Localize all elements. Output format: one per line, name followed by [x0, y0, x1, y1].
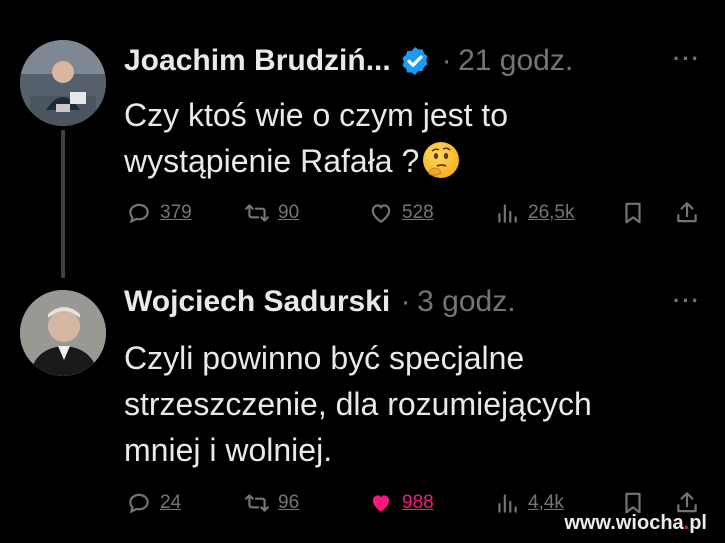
views-count: 26,5k: [528, 202, 575, 223]
avatar-photo: [20, 290, 106, 376]
tweet-2[interactable]: Wojciech Sadurski · 3 godz. ··· Czyli po…: [0, 280, 725, 543]
retweet-icon: [245, 204, 269, 222]
share-icon: [677, 202, 697, 223]
bookmark-icon: [625, 202, 641, 224]
heart-filled-icon: [372, 495, 390, 512]
avatar-photo: [20, 40, 106, 126]
more-options-icon[interactable]: ···: [673, 288, 701, 314]
watermark-suffix: pl: [689, 512, 707, 534]
tweet-header: Joachim Brudziń... · 21 godz.: [124, 44, 573, 80]
avatar[interactable]: [20, 290, 106, 376]
tweet-text-segment: wystąpienie Rafała ?: [124, 143, 420, 179]
views-chart-icon: [498, 204, 517, 223]
separator: ·: [400, 285, 411, 318]
like-button[interactable]: 528: [368, 200, 434, 226]
timestamp[interactable]: 21 godz.: [458, 44, 573, 77]
retweet-icon: [245, 494, 269, 512]
reply-button[interactable]: 24: [126, 490, 181, 516]
views-button[interactable]: 4,4k: [494, 490, 564, 516]
share-button[interactable]: [674, 200, 700, 226]
reply-icon: [129, 493, 149, 514]
tweet-text: Czyli powinno być specjalne strzeszczeni…: [124, 335, 704, 473]
tweet-header: Wojciech Sadurski · 3 godz.: [124, 285, 516, 321]
views-count: 4,4k: [528, 492, 564, 513]
verified-badge-icon: [399, 45, 431, 77]
retweet-count: 96: [278, 492, 300, 513]
views-chart-icon: [498, 494, 517, 513]
author-name[interactable]: Joachim Brudziń...: [124, 44, 391, 77]
retweet-button[interactable]: 96: [244, 490, 299, 516]
tweet-text-line: wystąpienie Rafała ?: [124, 138, 684, 184]
separator: ·: [441, 44, 452, 77]
reply-count: 379: [160, 202, 192, 223]
heart-icon: [371, 204, 391, 223]
tweet-text-line: strzeszczenie, dla rozumiejących: [124, 386, 592, 422]
tweet-1[interactable]: Joachim Brudziń... · 21 godz. ··· Czy kt…: [0, 0, 725, 280]
timestamp[interactable]: 3 godz.: [417, 285, 515, 318]
author-name[interactable]: Wojciech Sadurski: [124, 285, 390, 318]
bookmark-button[interactable]: [620, 200, 646, 226]
like-count: 988: [402, 492, 434, 513]
views-button[interactable]: 26,5k: [494, 200, 574, 226]
tweet-text-line: mniej i wolniej.: [124, 432, 333, 468]
watermark: www.wiocha.pl: [564, 512, 707, 535]
tweet-text-line: Czy ktoś wie o czym jest to: [124, 97, 509, 133]
like-count: 528: [402, 202, 434, 223]
watermark-prefix: www.: [564, 512, 616, 534]
like-button[interactable]: 988: [368, 490, 434, 516]
thread-line: [61, 130, 65, 278]
retweet-count: 90: [278, 202, 300, 223]
more-options-icon[interactable]: ···: [673, 46, 701, 72]
tweet-text-line: Czyli powinno być specjalne: [124, 340, 525, 376]
reply-count: 24: [160, 492, 182, 513]
tweet-actions: 379 90 528 26,5k: [124, 200, 705, 236]
thinking-face-icon: [423, 142, 460, 178]
avatar[interactable]: [20, 40, 106, 126]
tweet-text: Czy ktoś wie o czym jest to wystąpienie …: [124, 92, 684, 184]
reply-icon: [129, 203, 149, 224]
watermark-name: wiocha: [615, 512, 684, 534]
retweet-button[interactable]: 90: [244, 200, 299, 226]
reply-button[interactable]: 379: [126, 200, 192, 226]
